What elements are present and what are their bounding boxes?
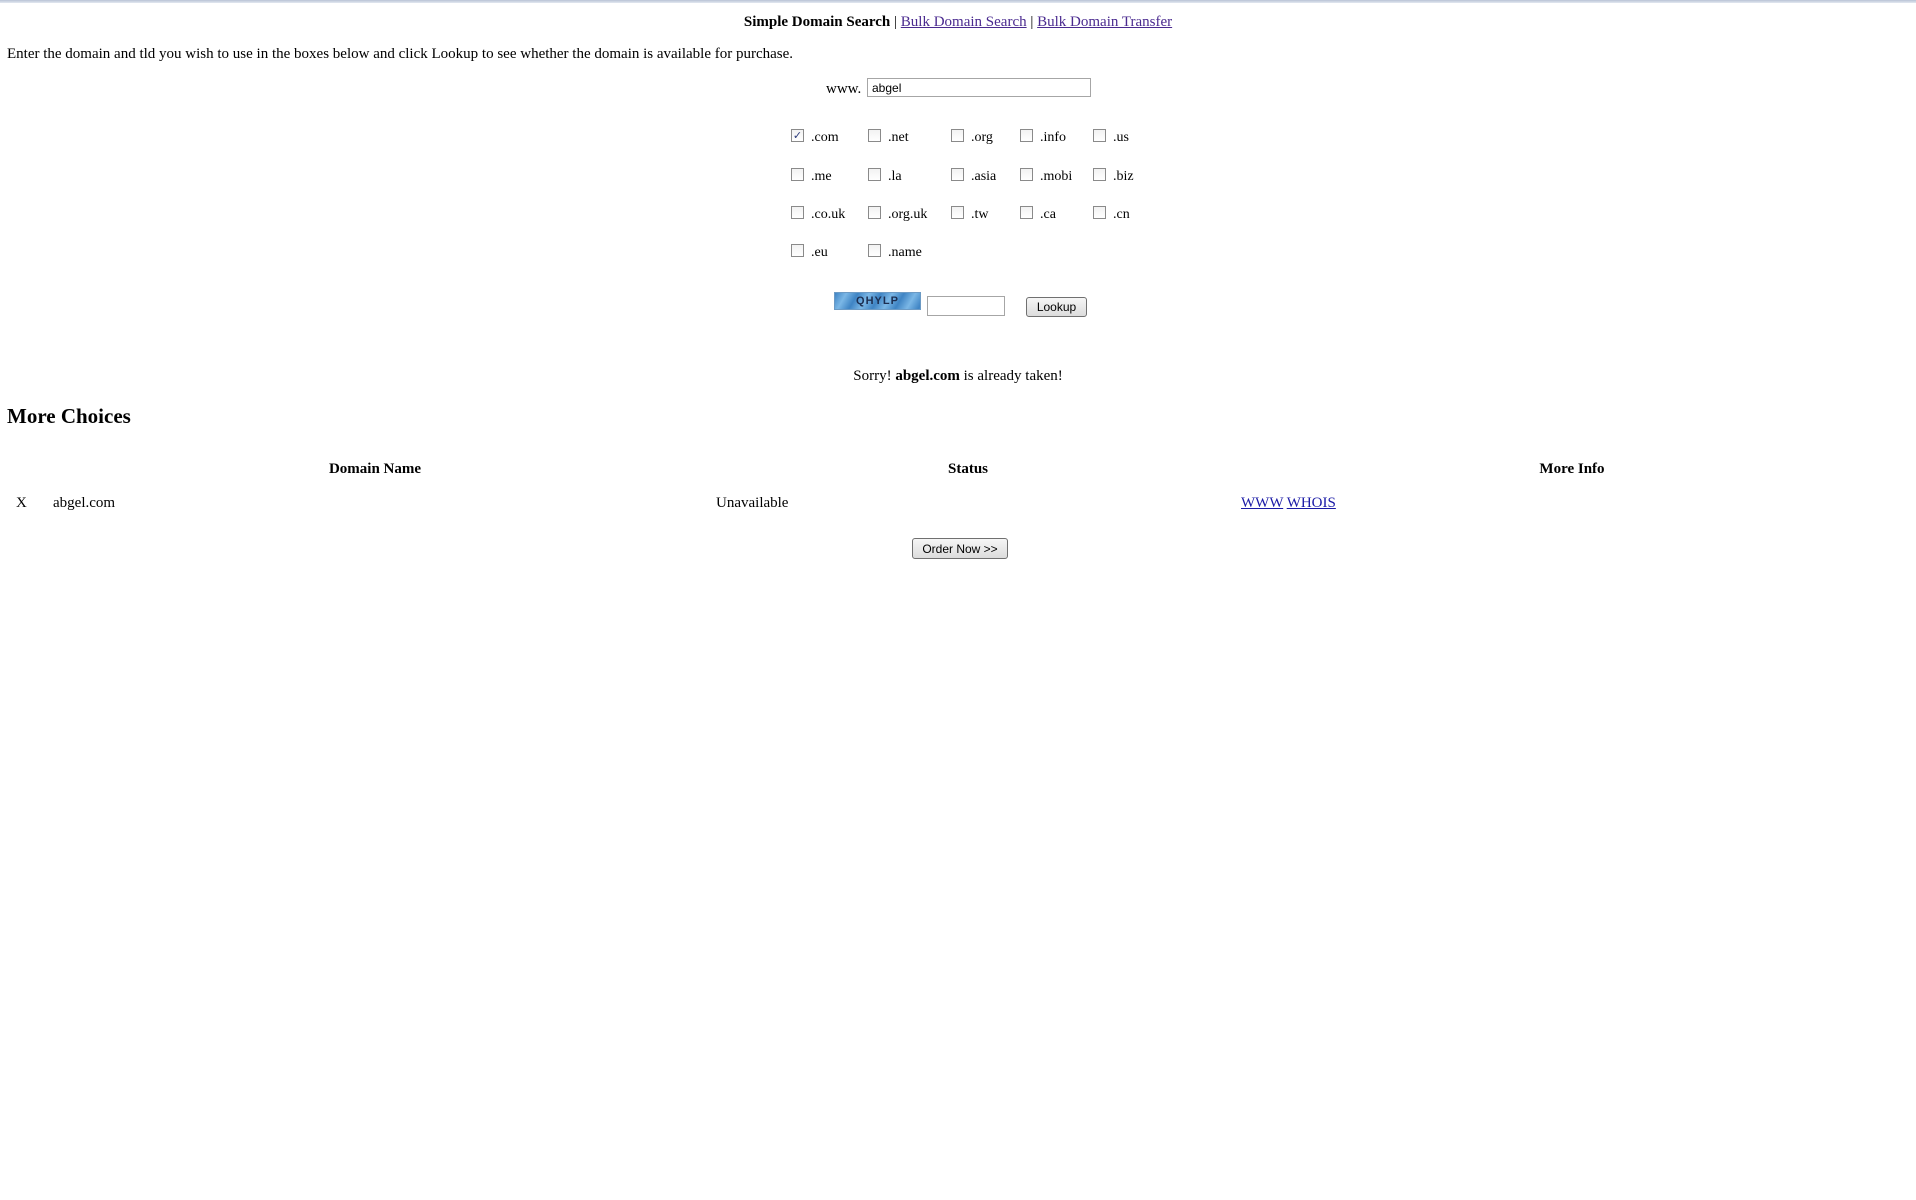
www-prefix-label: www. [826, 81, 862, 97]
tld-checkbox-us[interactable] [1093, 129, 1106, 142]
whois-link[interactable]: WHOIS [1287, 495, 1336, 511]
availability-suffix: is already taken! [959, 368, 1063, 384]
tld-label-org-uk: .org.uk [888, 207, 928, 222]
tld-checkbox-org[interactable] [951, 129, 964, 142]
tld-label-us: .us [1113, 130, 1129, 145]
availability-message: Sorry! abgel.com is already taken! [0, 368, 1916, 385]
tld-label-eu: .eu [811, 245, 828, 260]
order-now-button[interactable]: Order Now >> [912, 538, 1008, 559]
intro-text: Enter the domain and tld you wish to use… [7, 46, 794, 62]
captcha-image: QHYLP [834, 292, 921, 310]
availability-prefix: Sorry! [853, 368, 896, 384]
tld-label-la: .la [888, 169, 902, 184]
lookup-button[interactable]: Lookup [1026, 297, 1087, 317]
tld-checkbox-cn[interactable] [1093, 206, 1106, 219]
tld-label-com: .com [811, 130, 839, 145]
tld-checkbox-ca[interactable] [1020, 206, 1033, 219]
tld-checkbox-info[interactable] [1020, 129, 1033, 142]
tld-label-net: .net [888, 130, 909, 145]
search-nav: Simple Domain Search | Bulk Domain Searc… [0, 14, 1916, 31]
tld-checkbox-la[interactable] [868, 168, 881, 181]
nav-bulk-domain-transfer-link[interactable]: Bulk Domain Transfer [1037, 14, 1172, 30]
window-top-border [0, 0, 1916, 3]
tld-checkbox-me[interactable] [791, 168, 804, 181]
captcha-code: QHYLP [856, 295, 899, 307]
more-choices-heading: More Choices [7, 404, 131, 428]
tld-checkbox-eu[interactable] [791, 244, 804, 257]
tld-checkbox-mobi[interactable] [1020, 168, 1033, 181]
taken-domain: abgel.com [895, 368, 960, 384]
domain-input[interactable] [867, 78, 1091, 97]
tld-label-tw: .tw [971, 207, 989, 222]
tld-checkbox-com[interactable]: ✓ [791, 129, 804, 142]
row-more-info: WWW WHOIS [1241, 495, 1336, 512]
nav-separator: | [1030, 14, 1034, 30]
tld-label-ca: .ca [1040, 207, 1056, 222]
tld-label-mobi: .mobi [1040, 169, 1073, 184]
tld-label-org: .org [971, 130, 993, 145]
nav-bulk-domain-search-link[interactable]: Bulk Domain Search [901, 14, 1027, 30]
row-domain-name: abgel.com [53, 495, 116, 511]
tld-label-biz: .biz [1113, 169, 1134, 184]
www-link[interactable]: WWW [1241, 495, 1283, 511]
tld-checkbox-asia[interactable] [951, 168, 964, 181]
column-header-domain-name: Domain Name [328, 461, 422, 477]
tld-checkbox-co-uk[interactable] [791, 206, 804, 219]
tld-checkbox-biz[interactable] [1093, 168, 1106, 181]
tld-checkbox-name[interactable] [868, 244, 881, 257]
column-header-status: Status [947, 461, 989, 477]
captcha-input[interactable] [927, 296, 1005, 316]
tld-checkbox-net[interactable] [868, 129, 881, 142]
nav-separator: | [894, 14, 898, 30]
tld-label-co-uk: .co.uk [811, 207, 846, 222]
tld-checkbox-org-uk[interactable] [868, 206, 881, 219]
tld-checkbox-tw[interactable] [951, 206, 964, 219]
nav-simple-domain-search: Simple Domain Search [743, 14, 891, 30]
row-status-marker: X [16, 495, 27, 511]
tld-label-name: .name [888, 245, 922, 260]
tld-label-cn: .cn [1113, 207, 1130, 222]
tld-label-info: .info [1040, 130, 1067, 145]
column-header-more-info: More Info [1539, 461, 1605, 477]
tld-label-asia: .asia [971, 169, 997, 184]
tld-label-me: .me [811, 169, 832, 184]
row-status: Unavailable [716, 495, 789, 511]
